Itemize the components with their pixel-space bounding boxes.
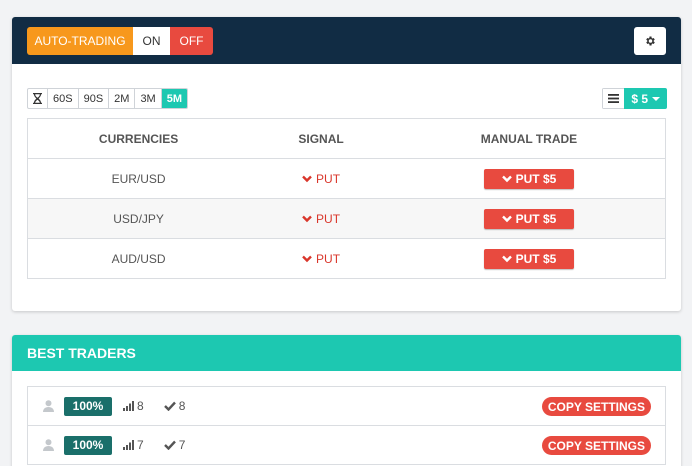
put-trade-button[interactable]: PUT $5 <box>483 248 574 269</box>
chevron-down-icon <box>302 255 312 262</box>
auto-trading-off-button[interactable]: OFF <box>170 27 213 55</box>
amount-menu-button[interactable] <box>602 88 625 109</box>
win-rate-badge: 100% <box>64 396 112 416</box>
user-icon <box>43 439 54 451</box>
check-icon <box>163 401 176 411</box>
currency-pair: USD/JPY <box>27 198 250 239</box>
check-icon <box>163 440 176 450</box>
currency-pair: AUD/USD <box>27 238 250 279</box>
table-header-row: CURRENCIES SIGNAL MANUAL TRADE <box>27 118 666 159</box>
wins-count-value: 8 <box>178 399 186 413</box>
header-currencies: CURRENCIES <box>27 118 250 159</box>
amount-dropdown[interactable]: $ 5 <box>624 88 667 109</box>
best-traders-panel: BEST TRADERS 100% 8 8 COPY SETTINGS 100%… <box>12 335 681 466</box>
wins-count: 7 <box>163 438 186 452</box>
bar-chart-icon <box>123 401 134 411</box>
list-item: 100% 8 8 COPY SETTINGS <box>28 387 665 426</box>
signal-cell: PUT <box>249 158 393 199</box>
gear-icon <box>646 36 655 46</box>
trader-list: 100% 8 8 COPY SETTINGS 100% 7 7 COPY SET… <box>27 386 666 465</box>
signal-indicator: PUT <box>302 252 340 266</box>
trade-cell: PUT $5 <box>392 238 666 279</box>
trades-count: 8 <box>123 399 144 413</box>
signal-text: PUT <box>316 171 341 186</box>
put-trade-button[interactable]: PUT $5 <box>483 208 574 229</box>
user-icon <box>43 400 54 412</box>
table-row: EUR/USD PUT PUT $5 <box>27 158 666 199</box>
win-rate-badge: 100% <box>64 435 112 455</box>
put-trade-label: PUT $5 <box>515 251 557 266</box>
signal-indicator: PUT <box>302 212 340 226</box>
signals-table: CURRENCIES SIGNAL MANUAL TRADE EUR/USD P… <box>27 118 666 279</box>
trades-count-value: 7 <box>137 438 144 452</box>
bar-chart-icon <box>123 440 134 450</box>
timeframe-selector: 60S 90S 2M 3M 5M <box>27 88 188 109</box>
auto-trading-toggle: AUTO-TRADING ON OFF <box>27 27 213 55</box>
chevron-down-icon <box>302 175 312 182</box>
timeframe-3m[interactable]: 3M <box>135 89 162 108</box>
signal-cell: PUT <box>249 198 393 239</box>
timeframe-90s[interactable]: 90S <box>79 89 110 108</box>
signal-text: PUT <box>316 211 341 226</box>
signals-panel: AUTO-TRADING ON OFF 60S 90S 2M 3M 5M $ 5… <box>12 17 681 311</box>
timeframe-5m[interactable]: 5M <box>161 89 187 108</box>
timeframe-60s[interactable]: 60S <box>48 89 79 108</box>
trades-count: 7 <box>123 438 144 452</box>
header-manual-trade: MANUAL TRADE <box>392 118 666 159</box>
put-trade-label: PUT $5 <box>515 171 557 186</box>
chevron-down-icon <box>501 255 512 262</box>
table-row: USD/JPY PUT PUT $5 <box>27 198 666 239</box>
trades-count-value: 8 <box>137 399 144 413</box>
timeframe-2m[interactable]: 2M <box>109 89 136 108</box>
auto-trading-on-button[interactable]: ON <box>133 27 170 55</box>
table-row: AUD/USD PUT PUT $5 <box>27 238 666 279</box>
settings-button[interactable] <box>634 27 666 55</box>
trade-amount-group: $ 5 <box>602 88 667 109</box>
chevron-down-icon <box>302 215 312 222</box>
copy-settings-button[interactable]: COPY SETTINGS <box>541 397 651 416</box>
amount-value: $ 5 <box>631 91 648 106</box>
wins-count: 8 <box>163 399 186 413</box>
timeframe-hourglass <box>28 89 48 108</box>
copy-settings-button[interactable]: COPY SETTINGS <box>541 436 651 455</box>
list-icon <box>608 94 620 103</box>
auto-trading-label[interactable]: AUTO-TRADING <box>27 27 133 55</box>
chevron-down-icon <box>501 175 512 182</box>
best-traders-title: BEST TRADERS <box>12 335 681 371</box>
trade-cell: PUT $5 <box>392 158 666 199</box>
auto-trading-bar: AUTO-TRADING ON OFF <box>12 17 681 64</box>
signal-text: PUT <box>316 251 341 266</box>
wins-count-value: 7 <box>178 438 186 452</box>
caret-down-icon <box>652 96 660 101</box>
chevron-down-icon <box>501 215 512 222</box>
hourglass-icon <box>33 93 42 104</box>
list-item: 100% 7 7 COPY SETTINGS <box>28 426 665 465</box>
signal-cell: PUT <box>249 238 393 279</box>
signal-indicator: PUT <box>302 172 340 186</box>
put-trade-button[interactable]: PUT $5 <box>483 168 574 189</box>
put-trade-label: PUT $5 <box>515 211 557 226</box>
header-signal: SIGNAL <box>249 118 393 159</box>
trade-cell: PUT $5 <box>392 198 666 239</box>
currency-pair: EUR/USD <box>27 158 250 199</box>
